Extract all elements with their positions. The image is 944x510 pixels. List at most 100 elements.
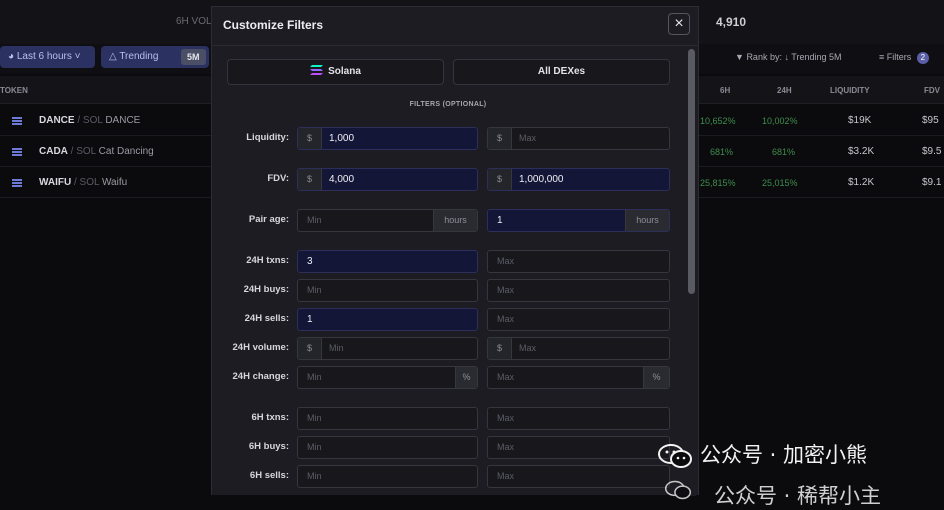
filters-label: Filters [886,52,912,62]
hours-suffix: hours [625,210,669,231]
close-button[interactable]: × [668,13,690,35]
liquidity-min-value: 1,000 [329,133,355,144]
timeframe-pill[interactable]: ◕ Last 6 hours ˅ [0,46,95,68]
txns-24h-max-placeholder: Max [497,256,515,266]
percent-suffix: % [643,367,669,388]
sells-24h-min-value: 1 [307,314,313,325]
fdv-value: $9.1 [922,177,942,188]
pair-age-max-value: 1 [497,215,503,226]
stats-value: 4,910 [716,15,747,29]
chevron-down-icon: ˅ [74,51,81,62]
change-6h: 681% [710,147,734,157]
sells-6h-max-input[interactable]: Max [487,465,670,488]
change-24h-min-placeholder: Min [307,372,322,382]
token-cell: CADA / SOL Cat Dancing [39,146,154,157]
sliders-icon: ≡ [879,52,885,62]
clock-icon: ◕ [8,51,15,62]
change-24h-max-input[interactable]: Max % [487,366,670,389]
chain-select-button[interactable]: Solana [227,59,444,85]
buys-24h-min-input[interactable]: Min [297,279,478,302]
sells-24h-min-input[interactable]: 1 [297,308,478,331]
sells-6h-min-placeholder: Min [307,471,322,481]
column-fdv[interactable]: FDV [924,86,940,95]
flame-icon: △ [109,51,117,62]
txns-24h-min-input[interactable]: 3 [297,250,478,273]
token-chain: / SOL [77,115,103,126]
txns-6h-min-input[interactable]: Min [297,407,478,430]
change-6h: 25,815% [700,178,736,188]
menu-icon [12,179,22,187]
buys-6h-min-input[interactable]: Min [297,436,478,459]
token-cell: DANCE / SOL DANCE [39,115,140,126]
txns-6h-max-input[interactable]: Max [487,407,670,430]
txns-24h-max-input[interactable]: Max [487,250,670,273]
liquidity-max-placeholder: Max [519,133,537,143]
buys-6h-label: 6H buys: [248,441,289,452]
volume-24h-label: 24H volume: [232,342,290,353]
column-6h[interactable]: 6H [720,86,730,95]
fdv-min-input[interactable]: $ 4,000 [297,168,478,191]
volume-24h-min-input[interactable]: $ Min [297,337,478,360]
buys-24h-min-placeholder: Min [307,285,322,295]
txns-24h-min-value: 3 [307,256,313,267]
buys-24h-label: 24H buys: [243,284,289,295]
pair-age-min-placeholder: Min [307,215,322,225]
fdv-value: $9.5 [922,146,942,157]
liquidity-max-input[interactable]: $ Max [487,127,670,150]
buys-24h-max-input[interactable]: Max [487,279,670,302]
hours-suffix: hours [433,210,477,231]
change-24h: 681% [772,147,796,157]
dollar-prefix: $ [488,169,512,190]
dex-select-button[interactable]: All DEXes [453,59,670,85]
change-24h-label: 24H change: [232,371,290,382]
txns-6h-min-placeholder: Min [307,413,322,423]
token-symbol: CADA [39,146,68,157]
liquidity-value: $19K [848,115,872,126]
wechat-logo-icon [664,480,692,500]
fdv-value: $95 [922,115,939,126]
watermark-text-secondary: 公众号 · 稀帮小主 [714,484,882,508]
close-icon: × [674,15,684,32]
token-name: Waifu [101,177,128,188]
wechat-logo-icon [658,444,692,468]
change-24h-max-placeholder: Max [497,372,515,382]
column-token[interactable]: TOKEN [0,86,28,95]
sells-24h-max-input[interactable]: Max [487,308,670,331]
dollar-prefix: $ [298,338,322,359]
fdv-label: FDV: [267,173,289,184]
section-heading: FILTERS (OPTIONAL) [409,101,487,108]
liquidity-value: $1.2K [848,177,875,188]
volume-24h-max-input[interactable]: $ Max [487,337,670,360]
percent-suffix: % [455,367,477,388]
scrollbar-thumb[interactable] [688,49,695,294]
liquidity-min-input[interactable]: $ 1,000 [297,127,478,150]
sells-6h-max-placeholder: Max [497,471,515,481]
dollar-prefix: $ [488,338,512,359]
modal-divider [212,45,698,46]
txns-6h-max-placeholder: Max [497,413,515,423]
solana-icon [310,65,324,76]
fdv-max-input[interactable]: $ 1,000,000 [487,168,670,191]
token-name: Cat Dancing [98,146,154,157]
token-symbol: WAIFU [39,177,72,188]
column-liquidity[interactable]: LIQUIDITY [830,86,870,95]
pair-age-max-input[interactable]: 1 hours [487,209,670,232]
fdv-min-value: 4,000 [329,174,355,185]
dollar-prefix: $ [298,169,322,190]
column-24h[interactable]: 24H [777,86,792,95]
change-24h-min-input[interactable]: Min % [297,366,478,389]
filters-button[interactable]: ≡ Filters 2 [879,52,929,64]
sells-6h-min-input[interactable]: Min [297,465,478,488]
token-cell: WAIFU / SOL Waifu [39,177,127,188]
dollar-prefix: $ [298,128,322,149]
buys-6h-max-input[interactable]: Max [487,436,670,459]
pair-age-min-input[interactable]: Min hours [297,209,478,232]
txns-6h-label: 6H txns: [251,412,289,423]
timeframe-label: Last 6 hours [16,51,72,62]
buys-6h-min-placeholder: Min [307,442,322,452]
buys-24h-max-placeholder: Max [497,285,515,295]
customize-filters-modal: Customize Filters × Solana All DEXes FIL… [211,6,699,496]
rank-by-control[interactable]: ▼ Rank by: ↓ Trending 5M [735,52,841,62]
trending-badge[interactable]: 5M [181,49,206,65]
change-6h: 10,652% [700,116,736,126]
